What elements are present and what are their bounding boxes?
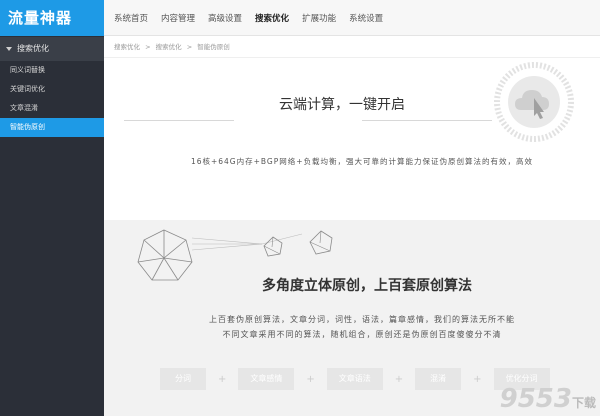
tab-advanced[interactable]: 高级设置 [208, 12, 242, 24]
app-title: 流量神器 [0, 0, 104, 36]
tab-system-settings[interactable]: 系统设置 [349, 12, 383, 24]
site-watermark: 9553下载 [500, 384, 596, 414]
cloud-specs-text: 16核+64G内存+BGP网络+负载均衡，强大可靠的计算能力保证伪原创算法的有效… [190, 157, 534, 166]
plus-icon: + [473, 373, 482, 385]
breadcrumb-item[interactable]: 搜索优化 [114, 43, 140, 51]
description-line: 上百套伪原创算法，文章分词，词性，语法，篇章感情，我们的算法无所不能 [209, 315, 515, 324]
connector-lines-icon [192, 233, 303, 251]
tab-content[interactable]: 内容管理 [161, 12, 195, 24]
breadcrumb: 搜索优化 > 搜索优化 > 智能伪原创 [104, 36, 600, 58]
sidebar-group-label: 搜索优化 [17, 44, 49, 53]
sidebar-item-smart-rewrite[interactable]: 智能伪原创 [0, 118, 104, 137]
watermark-text: 9553 [499, 384, 572, 414]
divider-right [362, 120, 492, 121]
tab-home[interactable]: 系统首页 [114, 12, 148, 24]
cloud-section: 云端计算，一键开启 16核+64G内存+BGP网络+负载均衡，强大可靠的计算能力… [104, 58, 600, 220]
feature-chip-sentiment: 文章感情 [238, 368, 295, 390]
sidebar-item-article-obfuscate[interactable]: 文章混淆 [0, 99, 104, 118]
watermark-suffix: 下载 [571, 396, 596, 410]
feature-chip-obfuscate: 混淆 [415, 368, 462, 390]
breadcrumb-separator: > [186, 43, 193, 51]
sidebar: 流量神器 搜索优化 同义词替换 关键词优化 文章混淆 智能伪原创 [0, 0, 104, 416]
sidebar-item-synonym-replace[interactable]: 同义词替换 [0, 61, 104, 80]
plus-icon: + [218, 373, 227, 385]
caret-down-icon [6, 47, 12, 51]
feature-chip-segmentation: 分词 [160, 368, 206, 390]
breadcrumb-item[interactable]: 搜索优化 [156, 43, 182, 51]
small-polygon-icon [263, 236, 283, 257]
cloud-headline: 云端计算，一键开启 [279, 97, 405, 113]
feature-chip-grammar: 文章语法 [326, 368, 383, 390]
plus-icon: + [306, 373, 315, 385]
plus-icon: + [394, 373, 404, 385]
small-polygon-icon [309, 230, 333, 255]
breadcrumb-current: 智能伪原创 [197, 43, 230, 51]
breadcrumb-separator: > [145, 43, 151, 51]
top-nav: 系统首页 内容管理 高级设置 搜索优化 扩展功能 系统设置 [104, 0, 600, 36]
sidebar-group-search-optimization[interactable]: 搜索优化 [0, 37, 104, 61]
sidebar-item-keyword-optimize[interactable]: 关键词优化 [0, 80, 104, 99]
divider-left [124, 120, 234, 121]
algorithm-headline: 多角度立体原创，上百套原创算法 [262, 278, 472, 294]
tab-extensions[interactable]: 扩展功能 [302, 12, 336, 24]
description-line: 不同文章采用不同的算法，随机组合，原创还是伪原创百度傻傻分不清 [222, 330, 502, 339]
algorithm-description: 上百套伪原创算法，文章分词，词性，语法，篇章感情，我们的算法无所不能 不同文章采… [104, 312, 600, 342]
tab-search-optimization[interactable]: 搜索优化 [255, 12, 289, 24]
